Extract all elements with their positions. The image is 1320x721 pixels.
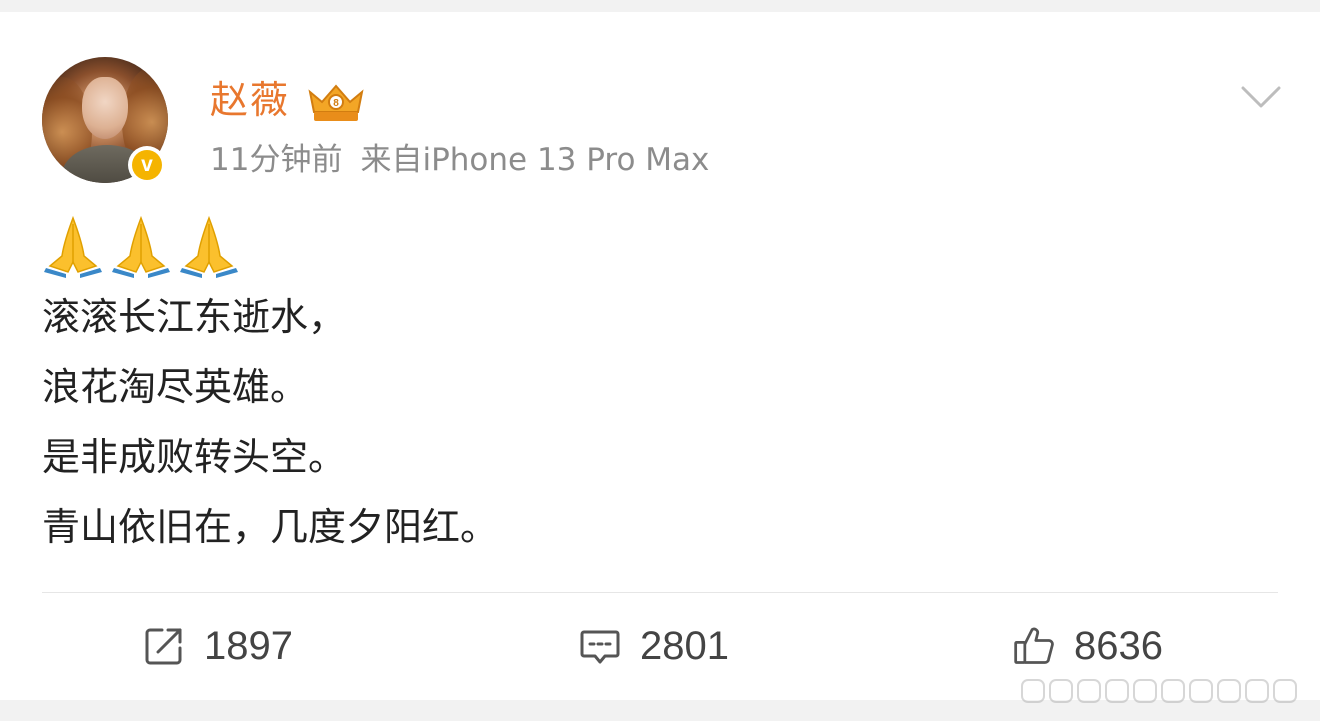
- post-time: 11分钟前: [210, 142, 343, 178]
- crown-badge-icon[interactable]: 8: [306, 82, 366, 126]
- svg-text:8: 8: [333, 98, 339, 109]
- post-content: 滚滚长江东逝水， 浪花淘尽英雄。 是非成败转头空。 青山依旧在，几度夕阳红。: [42, 212, 1242, 562]
- post-text-line: 青山依旧在，几度夕阳红。: [42, 505, 499, 549]
- repost-button[interactable]: 1897: [142, 612, 293, 680]
- pray-emoji: [112, 215, 170, 278]
- author-name[interactable]: 赵薇: [210, 76, 290, 124]
- repost-count: 1897: [204, 623, 293, 668]
- post-text-line: 滚滚长江东逝水，: [42, 295, 347, 339]
- repost-icon: [145, 628, 182, 665]
- post-text-line: 是非成败转头空。: [42, 435, 347, 479]
- like-button[interactable]: 8636: [1012, 612, 1163, 680]
- avatar-face: [82, 77, 128, 139]
- pray-emoji: [180, 215, 238, 278]
- verified-v-icon: v: [128, 146, 166, 184]
- chevron-down-icon[interactable]: [1240, 84, 1282, 110]
- comment-count: 2801: [640, 623, 729, 668]
- post-meta: 11分钟前 来自iPhone 13 Pro Max: [210, 140, 709, 180]
- post-source[interactable]: 来自iPhone 13 Pro Max: [360, 142, 709, 178]
- weibo-post-card: v 赵薇 8 11分钟前 来自iPhone 13 Pro Max 滚滚长江东逝水…: [0, 12, 1320, 703]
- watermark: [1021, 679, 1297, 703]
- comment-icon: [580, 630, 620, 664]
- comment-button[interactable]: 2801: [578, 612, 729, 680]
- like-count: 8636: [1074, 623, 1163, 668]
- pray-emoji: [44, 215, 102, 278]
- thumbs-up-icon: [1014, 627, 1054, 664]
- divider: [42, 592, 1278, 593]
- action-bar: 1897 2801 8636: [0, 612, 1320, 680]
- post-text-line: 浪花淘尽英雄。: [42, 365, 309, 409]
- emoji-line: [42, 212, 1242, 282]
